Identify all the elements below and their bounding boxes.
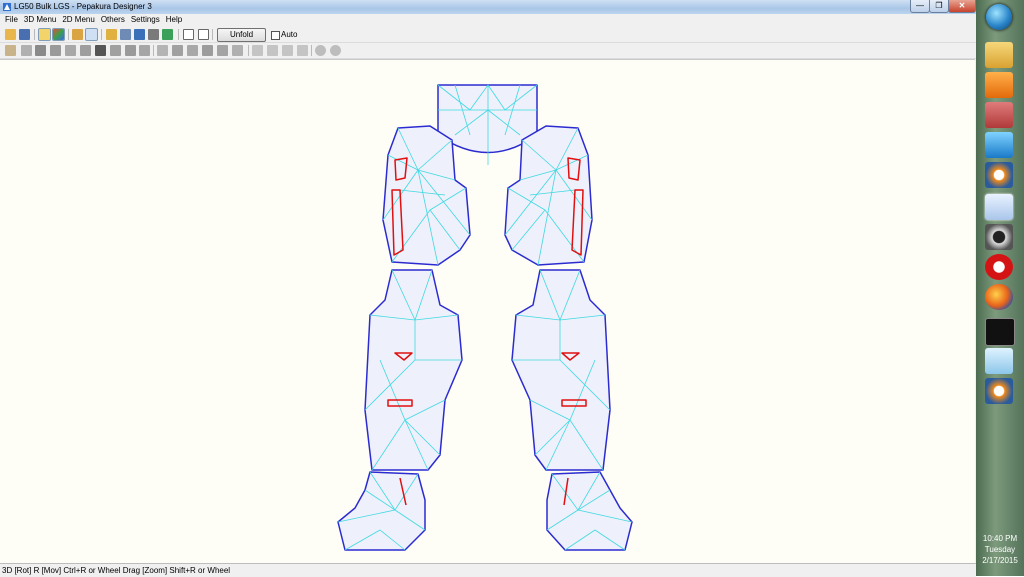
toolbar-separator [68,29,69,40]
menu-help[interactable]: Help [163,14,185,26]
clock-day: Tuesday [984,545,1016,554]
menu-others[interactable]: Others [98,14,128,26]
mirror-icon[interactable] [80,45,91,56]
toolbar-separator [212,29,213,40]
clock-time[interactable]: 10:40 PM [976,534,1024,544]
stretch-icon[interactable] [110,45,121,56]
right-thigh-part[interactable] [504,125,593,266]
edge-icon[interactable] [65,45,76,56]
grid-icon[interactable] [202,45,213,56]
open-icon[interactable] [5,29,16,40]
status-bar: 3D [Rot] R [Mov] Ctrl+R or Wheel Drag [Z… [0,563,976,577]
add-icon[interactable] [120,29,131,40]
3d-box-icon[interactable] [985,132,1013,158]
toolbar-separator [101,29,102,40]
media-player-icon[interactable] [985,72,1013,98]
opera-icon[interactable] [985,254,1013,280]
toolbar-main [0,27,976,43]
toolbar-separator [311,45,312,56]
paper-model-mesh [337,84,633,551]
toolbar-separator [153,45,154,56]
fit-icon[interactable] [139,45,150,56]
explorer-icon[interactable] [985,42,1013,68]
notes-icon[interactable] [985,348,1013,374]
menu-bar: File 3D Menu 2D Menu Others Settings Help [0,14,976,26]
align-icon[interactable] [217,45,228,56]
scale-icon[interactable] [187,45,198,56]
pick-face-icon[interactable] [5,45,16,56]
auto-checkbox[interactable] [271,31,280,40]
toolbar-separator [34,29,35,40]
distribute-icon[interactable] [297,45,308,56]
left-foot-part[interactable] [337,471,426,551]
maximize-button[interactable]: ❐ [929,0,949,13]
move-icon[interactable] [172,45,183,56]
redo-icon[interactable] [315,45,326,56]
refresh-icon[interactable] [330,45,341,56]
menu-file[interactable]: File [2,14,21,26]
rotate-view-icon[interactable] [162,29,173,40]
notification-area: 10:40 PM Tuesday 2/17/2015 [976,500,1024,576]
select-icon[interactable] [106,29,117,40]
auto-label: Auto [281,30,298,39]
pc-tool-icon[interactable] [985,224,1013,250]
left-shin-part[interactable] [364,269,463,471]
cmd-icon[interactable] [985,318,1015,346]
status-text: 3D [Rot] R [Mov] Ctrl+R or Wheel Drag [Z… [2,566,231,575]
window-title: LG50 Bulk LGS - Pepakura Designer 3 [14,2,152,11]
align-right-icon[interactable] [282,45,293,56]
join-icon[interactable] [21,45,32,56]
stack-icon[interactable] [232,45,243,56]
blender-icon-2[interactable] [985,378,1013,404]
3d-viewport[interactable] [0,59,975,564]
edit-icon[interactable] [85,28,98,41]
flap-icon[interactable] [72,29,83,40]
zoom-icon[interactable] [157,45,168,56]
toolbar-tools [0,43,976,59]
blender-icon[interactable] [985,162,1013,188]
align-left-icon[interactable] [252,45,263,56]
unfold-button[interactable]: Unfold [217,28,266,42]
left-thigh-part[interactable] [382,125,471,266]
close-button[interactable]: ✕ [948,0,976,13]
spin-icon[interactable] [95,45,106,56]
texture-icon[interactable] [52,28,65,41]
align-center-icon[interactable] [267,45,278,56]
print-icon[interactable] [148,29,159,40]
title-bar: LG50 Bulk LGS - Pepakura Designer 3 — ❐ … [0,0,976,14]
toolbar-separator [178,29,179,40]
start-orb[interactable] [986,4,1012,30]
toolbar-separator [248,45,249,56]
app-icon [3,3,11,11]
pepakura-icon[interactable] [985,194,1013,220]
menu-settings[interactable]: Settings [128,14,163,26]
clock-date: 2/17/2015 [982,556,1018,565]
pepakura-window: LG50 Bulk LGS - Pepakura Designer 3 — ❐ … [0,0,976,577]
undo-icon[interactable] [125,45,136,56]
paint-tool-icon[interactable] [985,102,1013,128]
right-foot-part[interactable] [546,471,633,551]
arrange-icon[interactable] [50,45,61,56]
right-shin-part[interactable] [511,269,611,471]
menu-2d[interactable]: 2D Menu [59,14,97,26]
menu-3d[interactable]: 3D Menu [21,14,59,26]
minimize-button[interactable]: — [910,0,930,13]
firefox-icon[interactable] [985,284,1013,310]
light-icon[interactable] [38,28,51,41]
view-2d-icon[interactable] [183,29,194,40]
view-3d-icon[interactable] [198,29,209,40]
anchor-icon[interactable] [134,29,145,40]
save-icon[interactable] [19,29,30,40]
cut-icon[interactable] [35,45,46,56]
